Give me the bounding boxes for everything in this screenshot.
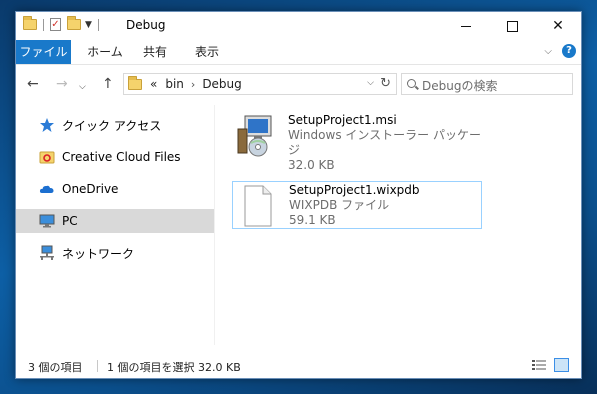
close-icon: ✕ [552, 18, 564, 34]
file-name: SetupProject1.msi [288, 113, 397, 127]
navigation-bar: ← → ⌵ ↑ « bin › Debug ⌵ ↻ Debugの検索 [16, 65, 581, 105]
folder-icon [23, 16, 37, 30]
title-bar: ✓ ▼ Debug ✕ [16, 12, 581, 40]
file-list: SetupProject1.msi Windows インストーラー パッケージ … [216, 105, 576, 345]
up-icon[interactable]: ↑ [102, 77, 114, 91]
help-icon[interactable]: ? [562, 44, 576, 58]
tab-file[interactable]: ファイル [16, 40, 71, 64]
sidebar-item-network[interactable]: ネットワーク [16, 241, 214, 265]
toolbar-divider [97, 18, 99, 31]
sidebar-item-creative-cloud[interactable]: Creative Cloud Files [16, 145, 214, 169]
item-count: 3 個の項目 [28, 361, 83, 374]
sidebar-item-pc[interactable]: PC [16, 209, 214, 233]
toolbar-divider [43, 18, 44, 31]
sidebar-item-label: クイック アクセス [62, 118, 162, 133]
close-button[interactable]: ✕ [535, 12, 581, 40]
sidebar-item-onedrive[interactable]: OneDrive [16, 177, 214, 201]
sidebar-item-label: OneDrive [62, 182, 119, 196]
breadcrumb-overflow[interactable]: « [150, 77, 157, 91]
back-icon[interactable]: ← [27, 77, 39, 91]
file-item-wixpdb[interactable]: SetupProject1.wixpdb WIXPDB ファイル 59.1 KB [232, 181, 482, 229]
status-divider [97, 360, 98, 372]
computer-icon [39, 213, 55, 229]
customize-arrow-icon[interactable]: ▼ [85, 20, 92, 30]
creative-cloud-icon [39, 149, 55, 165]
maximize-icon [506, 20, 518, 32]
breadcrumb-bin[interactable]: bin [165, 77, 184, 91]
cloud-icon [39, 181, 55, 197]
file-size: 59.1 KB [289, 213, 336, 227]
window-controls: ✕ [443, 12, 581, 40]
tab-view[interactable]: 表示 [190, 40, 224, 64]
window-title: Debug [126, 18, 166, 32]
search-box[interactable]: Debugの検索 [401, 73, 573, 95]
breadcrumb-separator-icon[interactable]: › [191, 78, 195, 91]
expand-ribbon-icon[interactable]: ⌵ [544, 46, 552, 57]
forward-icon[interactable]: → [56, 77, 68, 91]
explorer-window: ✓ ▼ Debug ✕ ファイル ホーム 共有 表示 ⌵ ? ← → ⌵ ↑ «… [15, 11, 582, 379]
address-dropdown-icon[interactable]: ⌵ [367, 78, 374, 88]
file-type: WIXPDB ファイル [289, 198, 390, 212]
ribbon-tabs: ファイル ホーム 共有 表示 ⌵ ? [16, 40, 581, 65]
search-icon [407, 79, 416, 88]
refresh-icon[interactable]: ↻ [380, 76, 391, 91]
large-icons-view-icon[interactable] [554, 358, 569, 372]
sidebar-item-label: PC [62, 214, 78, 228]
document-icon [237, 185, 277, 227]
address-bar[interactable]: « bin › Debug ⌵ ↻ [123, 73, 397, 95]
sidebar-item-label: ネットワーク [62, 246, 135, 261]
status-bar: 3 個の項目 1 個の項目を選択 32.0 KB [16, 354, 581, 378]
breadcrumb-debug[interactable]: Debug [202, 77, 241, 91]
pane-divider[interactable] [214, 105, 215, 345]
properties-icon[interactable]: ✓ [50, 18, 61, 31]
navigation-pane: クイック アクセス Creative Cloud Files OneDrive … [16, 105, 214, 347]
selection-info: 1 個の項目を選択 32.0 KB [107, 361, 241, 374]
folder-icon [128, 75, 142, 90]
installer-icon [236, 115, 276, 157]
details-view-icon[interactable] [532, 359, 546, 372]
quick-access-toolbar: ✓ ▼ [23, 16, 105, 31]
file-item-msi[interactable]: SetupProject1.msi Windows インストーラー パッケージ … [232, 112, 482, 172]
file-size: 32.0 KB [288, 158, 335, 172]
file-type: Windows インストーラー パッケージ [288, 128, 481, 157]
minimize-icon [461, 25, 471, 27]
sidebar-item-label: Creative Cloud Files [62, 150, 181, 164]
minimize-button[interactable] [443, 12, 489, 40]
tab-home[interactable]: ホーム [80, 40, 130, 64]
network-icon [39, 245, 55, 261]
search-placeholder: Debugの検索 [422, 79, 498, 93]
star-icon [39, 117, 55, 133]
file-name: SetupProject1.wixpdb [289, 183, 420, 197]
maximize-button[interactable] [489, 12, 535, 40]
recent-locations-icon[interactable]: ⌵ [79, 80, 86, 94]
new-folder-icon[interactable] [67, 16, 81, 30]
sidebar-item-quick-access[interactable]: クイック アクセス [16, 113, 214, 137]
tab-share[interactable]: 共有 [138, 40, 172, 64]
